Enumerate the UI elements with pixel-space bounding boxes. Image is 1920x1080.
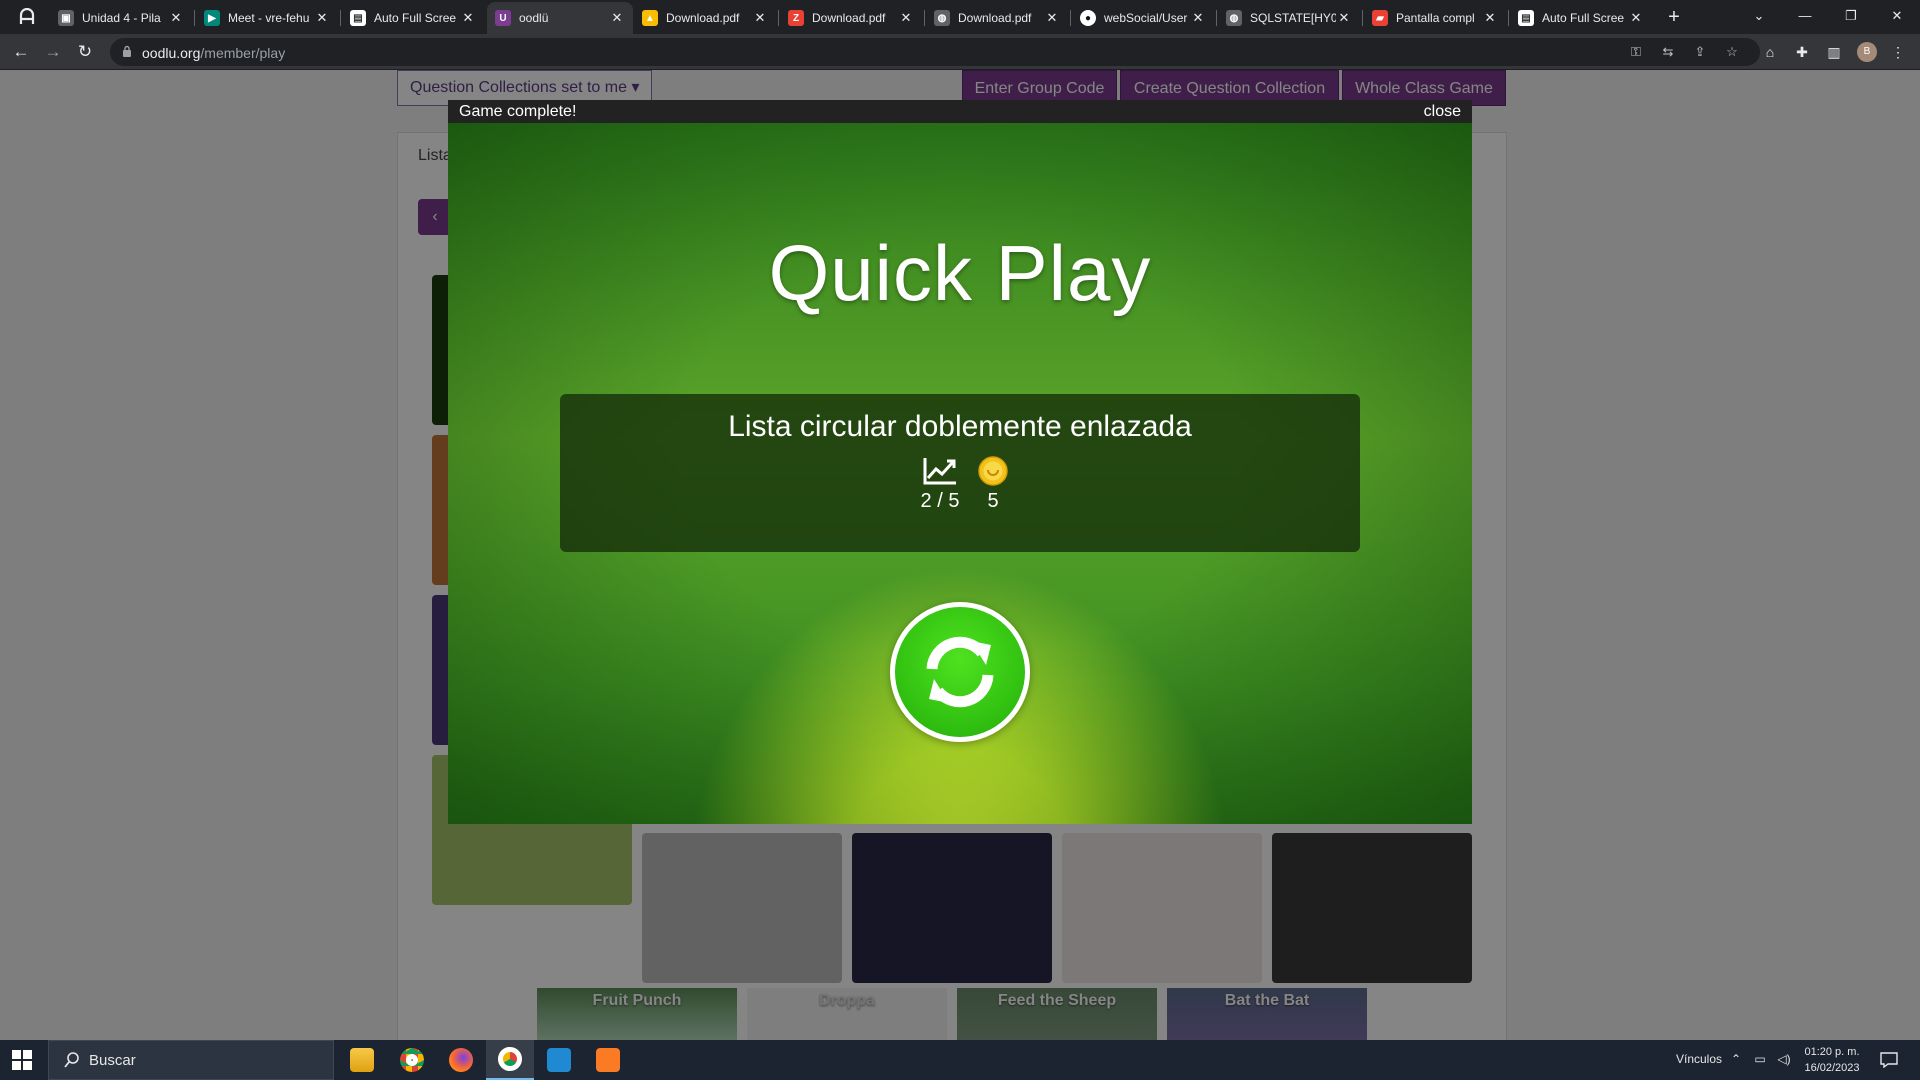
quick-play-heading: Quick Play [768,229,1152,317]
taskbar-chrome-active[interactable] [486,1040,534,1080]
taskbar-chrome[interactable] [388,1040,436,1080]
close-icon[interactable]: ✕ [1482,10,1498,26]
network-icon[interactable]: ▭ [1752,1051,1768,1067]
tab-search-chevron-icon[interactable]: ⌄ [1748,6,1770,26]
window-close-icon[interactable]: ✕ [1886,6,1908,26]
coin-icon [978,456,1008,486]
xampp-icon [596,1048,620,1072]
collection-name: Lista circular doblemente enlazada [728,410,1192,443]
globe-icon: ◍ [1226,10,1242,26]
flag-icon: ▰ [1372,10,1388,26]
address-bar[interactable]: oodlu.org/member/play ⚿ ⇆ ⇪ ☆ [110,38,1760,66]
coin-stat: 5 [974,456,1012,513]
refresh-icon [926,636,994,708]
windows-taskbar: Buscar Vínculos ⌃ ▭ ◁) 01:20 p. m. 16/02… [0,1040,1920,1080]
firefox-icon [449,1048,473,1072]
search-icon [64,1052,79,1068]
browser-profile-icon[interactable] [14,6,40,28]
coin-value: 5 [987,490,999,512]
modal-title: Game complete! [459,103,577,120]
close-icon[interactable]: ✕ [1336,10,1352,26]
taskbar-file-explorer[interactable] [338,1040,386,1080]
folder-icon [350,1048,374,1072]
close-icon[interactable]: ✕ [460,10,476,26]
side-panel-icon[interactable]: ▥ [1824,42,1844,62]
replay-button[interactable] [890,602,1030,742]
score-stat: 2 / 5 [912,456,968,513]
chrome-icon [400,1048,424,1072]
close-icon[interactable]: ✕ [1190,10,1206,26]
close-icon[interactable]: ✕ [168,10,184,26]
taskbar-firefox[interactable] [437,1040,485,1080]
notifications-icon[interactable] [1880,1052,1898,1068]
doc-icon: ▤ [350,10,366,26]
modal-header: Game complete! close [448,100,1472,123]
doc-icon: ▤ [1518,10,1534,26]
taskbar-search[interactable]: Buscar [48,1040,334,1080]
tab-sqlstate[interactable]: ◍ SQLSTATE[HY0 ✕ [1218,2,1360,34]
tab-download-pdf[interactable]: Z Download.pdf ✕ [780,2,922,34]
back-arrow-icon[interactable]: ← [10,41,32,63]
pdf-icon: Z [788,10,804,26]
tab-auto-full-screen-2[interactable]: ▤ Auto Full Scree ✕ [1510,2,1652,34]
profile-avatar[interactable]: B [1857,42,1877,62]
tab-meet[interactable]: ▶ Meet - vre-fehu ✕ [196,2,338,34]
taskbar-vscode[interactable] [535,1040,583,1080]
share-icon[interactable]: ⇪ [1692,44,1708,60]
close-icon[interactable]: ✕ [1628,10,1644,26]
tab-pantalla-completa[interactable]: ▰ Pantalla compl ✕ [1364,2,1506,34]
tab-unidad-4[interactable]: ▣ Unidad 4 - Pila ✕ [50,2,192,34]
close-icon[interactable]: ✕ [1044,10,1060,26]
result-panel: Lista circular doblemente enlazada 2 / 5… [560,394,1360,552]
tab-strip: ▣ Unidad 4 - Pila ✕ ▶ Meet - vre-fehu ✕ … [0,0,1920,34]
drive-icon: ▲ [642,10,658,26]
translate-icon[interactable]: ⇆ [1660,44,1676,60]
score-value: 2 / 5 [920,490,960,512]
tray-clock[interactable]: 01:20 p. m. 16/02/2023 [1800,1044,1864,1076]
key-icon[interactable]: ⚿ [1628,44,1644,60]
github-icon: ● [1080,10,1096,26]
globe-icon: ◍ [934,10,950,26]
chart-up-icon [923,458,956,485]
tab-download-drive[interactable]: ▲ Download.pdf ✕ [634,2,776,34]
tab-github[interactable]: ● webSocial/User ✕ [1072,2,1214,34]
windows-start-icon[interactable] [12,1050,32,1070]
tab-auto-full-screen[interactable]: ▤ Auto Full Scree ✕ [342,2,484,34]
modal-body: Quick Play Lista circular doblemente enl… [448,123,1472,824]
reading-mode-icon[interactable]: ⌂ [1760,42,1780,62]
tab-download-web[interactable]: ◍ Download.pdf ✕ [926,2,1068,34]
lock-icon [123,45,131,57]
game-complete-modal: Game complete! close Quick Play Lista ci… [448,100,1472,824]
url-text: oodlu.org/member/play [142,45,286,61]
extensions-puzzle-icon[interactable]: ✚ [1792,42,1812,62]
forward-arrow-icon[interactable]: → [42,41,64,63]
classroom-icon: ▣ [58,10,74,26]
bookmark-star-icon[interactable]: ☆ [1724,44,1740,60]
modal-close-link[interactable]: close [1424,100,1461,123]
close-icon[interactable]: ✕ [752,10,768,26]
minimize-icon[interactable]: — [1794,6,1816,26]
taskbar-xampp[interactable] [584,1040,632,1080]
chrome-icon [498,1047,522,1071]
close-icon[interactable]: ✕ [898,10,914,26]
browser-toolbar: ← → ↻ oodlu.org/member/play ⚿ ⇆ ⇪ ☆ ⌂ ✚ … [0,34,1920,70]
tray-links-toolbar[interactable]: Vínculos [1676,1052,1722,1066]
restore-icon[interactable]: ❐ [1840,6,1862,26]
meet-icon: ▶ [204,10,220,26]
chevron-up-icon[interactable]: ⌃ [1728,1051,1744,1067]
vscode-icon [547,1048,571,1072]
new-tab-plus-icon[interactable]: + [1663,6,1685,28]
tab-oodlu[interactable]: U oodlü ✕ [487,2,633,34]
close-icon[interactable]: ✕ [314,10,330,26]
volume-icon[interactable]: ◁) [1776,1051,1792,1067]
reload-icon[interactable]: ↻ [74,41,96,63]
close-icon[interactable]: ✕ [609,10,625,26]
oodlu-icon: U [495,10,511,26]
more-menu-icon[interactable]: ⋮ [1888,42,1908,62]
